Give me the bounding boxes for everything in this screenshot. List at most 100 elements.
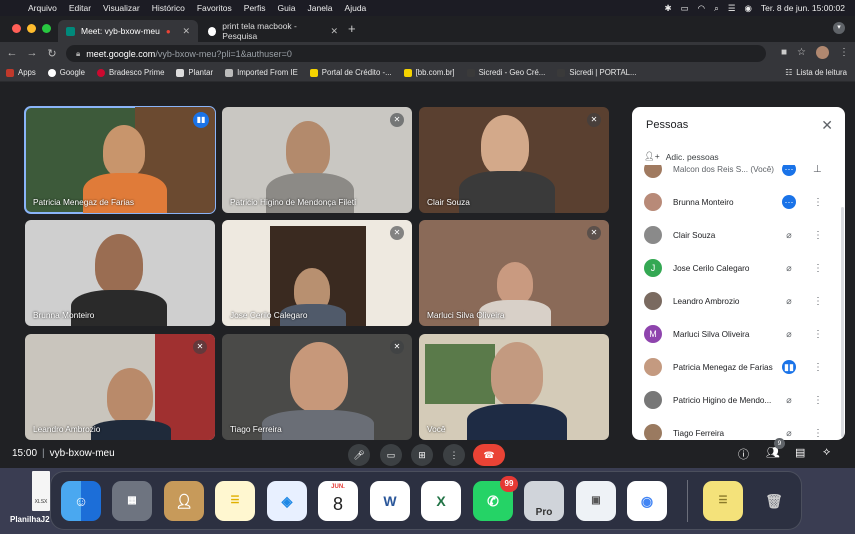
menu-guia[interactable]: Guia xyxy=(272,3,302,13)
microphone-button[interactable]: 🎤︎ xyxy=(348,444,370,466)
more-options-icon[interactable]: ⋮ xyxy=(813,428,823,439)
safari-icon[interactable]: ◈ xyxy=(267,481,307,521)
close-tab-icon[interactable]: ✕ xyxy=(330,26,338,37)
contacts-icon[interactable]: 👤︎ xyxy=(164,481,204,521)
activities-icon[interactable]: ⟡ xyxy=(823,446,830,459)
more-options-icon[interactable]: ⋮ xyxy=(813,197,823,208)
bookmark-google[interactable]: Google xyxy=(42,68,91,77)
new-tab-button[interactable]: + xyxy=(348,21,356,36)
excel-icon[interactable]: X xyxy=(421,481,461,521)
camera-in-use-icon[interactable]: ■ xyxy=(781,47,787,58)
list-item[interactable]: Clair Souza ⌀ ⋮ xyxy=(632,225,845,245)
menubar-clock[interactable]: Ter. 8 de jun. 15:00:02 xyxy=(761,3,845,13)
more-options-icon[interactable]: ⋮ xyxy=(813,362,823,373)
people-button[interactable]: 👥︎ 9 xyxy=(766,438,785,459)
chat-icon[interactable]: ▤ xyxy=(795,446,805,459)
menu-favoritos[interactable]: Favoritos xyxy=(191,3,238,13)
list-item[interactable]: M Marluci Silva Oliveira ⌀ ⋮ xyxy=(632,324,845,344)
close-window-button[interactable] xyxy=(12,24,21,33)
battery-icon[interactable]: ▭ xyxy=(681,3,689,14)
wifi-icon[interactable]: ◠ xyxy=(698,3,705,14)
calendar-icon[interactable]: JUN. 8 xyxy=(318,481,358,521)
more-options-icon[interactable]: ⋮ xyxy=(813,296,823,307)
video-tile[interactable]: ✕ Tiago Ferreira xyxy=(222,334,412,440)
siri-icon[interactable]: ◉ xyxy=(744,3,751,14)
list-item[interactable]: Malcon dos Reis S... (Você) ⋯ ⊥ xyxy=(632,165,845,179)
menu-visualizar[interactable]: Visualizar xyxy=(97,3,146,13)
menu-historico[interactable]: Histórico xyxy=(146,3,191,13)
participant-name: Leandro Ambrozio xyxy=(673,296,740,306)
tab-search-menu-icon[interactable]: ▾ xyxy=(833,22,845,34)
more-options-icon[interactable]: ⋮ xyxy=(813,329,823,340)
people-list[interactable]: Malcon dos Reis S... (Você) ⋯ ⊥ Brunna M… xyxy=(632,165,845,440)
pin-icon[interactable]: ⊥ xyxy=(813,165,822,175)
list-item[interactable]: Brunna Monteiro ⋯ ⋮ xyxy=(632,192,845,212)
menu-perfis[interactable]: Perfis xyxy=(238,3,272,13)
more-options-icon[interactable]: ⋮ xyxy=(813,263,823,274)
control-center-icon[interactable]: ☰ xyxy=(728,3,736,14)
list-item[interactable]: J Jose Cerilo Calegaro ⌀ ⋮ xyxy=(632,258,845,278)
meeting-code[interactable]: vyb-bxow-meu xyxy=(50,448,115,459)
video-tile[interactable]: ▮▮ Patricia Menegaz de Farias xyxy=(24,106,216,214)
tab-search[interactable]: print tela macbook - Pesquisa ✕ xyxy=(200,20,346,42)
bookmark-sicredi-portal[interactable]: Sicredi | PORTAL... xyxy=(551,68,642,77)
bookmark-imported[interactable]: Imported From IE xyxy=(219,68,304,77)
menu-janela[interactable]: Janela xyxy=(301,3,338,13)
reading-list[interactable]: ☷ Lista de leitura xyxy=(785,68,855,77)
minimize-window-button[interactable] xyxy=(27,24,36,33)
bookmark-plantar[interactable]: Plantar xyxy=(170,68,219,77)
video-tile[interactable]: ✕ Leandro Ambrozio xyxy=(25,334,215,440)
search-icon[interactable]: ⌕ xyxy=(714,3,719,14)
more-options-icon[interactable]: ⋮ xyxy=(813,230,823,241)
browser-menu-icon[interactable]: ⋮ xyxy=(839,47,849,58)
word-icon[interactable]: W xyxy=(370,481,410,521)
bookmark-star-icon[interactable]: ☆ xyxy=(797,47,806,58)
back-icon[interactable]: ← xyxy=(4,47,20,59)
google-earth-pro-icon[interactable]: Pro xyxy=(524,481,564,521)
close-tab-icon[interactable]: ✕ xyxy=(182,26,190,37)
list-item[interactable]: Leandro Ambrozio ⌀ ⋮ xyxy=(632,291,845,311)
bookmark-bb[interactable]: [bb.com.br] xyxy=(398,68,461,77)
forward-icon[interactable]: → xyxy=(24,47,40,59)
meeting-info-icon[interactable]: ⓘ xyxy=(738,446,749,462)
video-tile[interactable]: ✕ Jose Cerilo Calegaro xyxy=(222,220,412,326)
stickies-icon[interactable]: ☰ xyxy=(703,481,743,521)
bookmark-portal-credito[interactable]: Portal de Crédito -... xyxy=(304,68,398,77)
chrome-icon[interactable]: ◉ xyxy=(627,481,667,521)
profile-avatar[interactable] xyxy=(816,46,829,59)
tile-name: Tiago Ferreira xyxy=(230,424,282,434)
video-tile[interactable]: ✕ Patricio Higino de Mendonça Filetí xyxy=(222,107,412,213)
bookmark-bradesco[interactable]: Bradesco Prime xyxy=(91,68,170,77)
launchpad-icon[interactable]: ▦ xyxy=(112,481,152,521)
video-tile[interactable]: Brunna Monteiro xyxy=(25,220,215,326)
preview-icon[interactable]: ▣ xyxy=(576,481,616,521)
video-tile[interactable]: ✕ Clair Souza xyxy=(419,107,609,213)
reload-icon[interactable]: ↻ xyxy=(44,47,60,60)
notes-icon[interactable]: ☰ xyxy=(215,481,255,521)
lock-icon[interactable]: 🔒︎ xyxy=(76,49,80,59)
list-item[interactable]: Tiago Ferreira ⌀ ⋮ xyxy=(632,423,845,440)
whatsapp-icon[interactable]: ✆ 99 xyxy=(473,476,518,521)
add-people-button[interactable]: 👤︎+ Adic. pessoas xyxy=(644,151,719,162)
finder-icon[interactable]: ☺ xyxy=(61,481,101,521)
address-bar[interactable]: 🔒︎ meet.google.com/vyb-bxow-meu?pli=1&au… xyxy=(66,45,766,62)
bookmark-apps[interactable]: Apps xyxy=(0,68,42,77)
trash-icon[interactable]: 🗑︎ xyxy=(754,481,794,521)
menu-editar[interactable]: Editar xyxy=(63,3,97,13)
video-tile[interactable]: ✕ Marluci Silva Oliveira xyxy=(419,220,609,326)
menu-ajuda[interactable]: Ajuda xyxy=(339,3,373,13)
video-tile[interactable]: Você xyxy=(419,334,609,440)
list-item[interactable]: Patricia Menegaz de Farias ▮▮ ⋮ xyxy=(632,357,845,377)
close-panel-icon[interactable]: ✕ xyxy=(821,117,833,134)
more-options-button[interactable]: ⋮ xyxy=(443,444,465,466)
tab-meet[interactable]: Meet: vyb-bxow-meu ● ✕ xyxy=(58,20,198,42)
camera-button[interactable]: ▭ xyxy=(380,444,402,466)
bluetooth-icon[interactable]: ✱ xyxy=(664,3,671,14)
list-item[interactable]: Patricio Higino de Mendo... ⌀ ⋮ xyxy=(632,390,845,410)
panel-scrollbar[interactable] xyxy=(841,207,844,437)
more-options-icon[interactable]: ⋮ xyxy=(813,395,823,406)
zoom-window-button[interactable] xyxy=(42,24,51,33)
bookmark-sicredi-geo[interactable]: Sicredi - Geo Cré... xyxy=(461,68,552,77)
leave-call-button[interactable]: ☎︎ xyxy=(473,444,505,466)
present-screen-button[interactable]: ⊞ xyxy=(411,444,433,466)
